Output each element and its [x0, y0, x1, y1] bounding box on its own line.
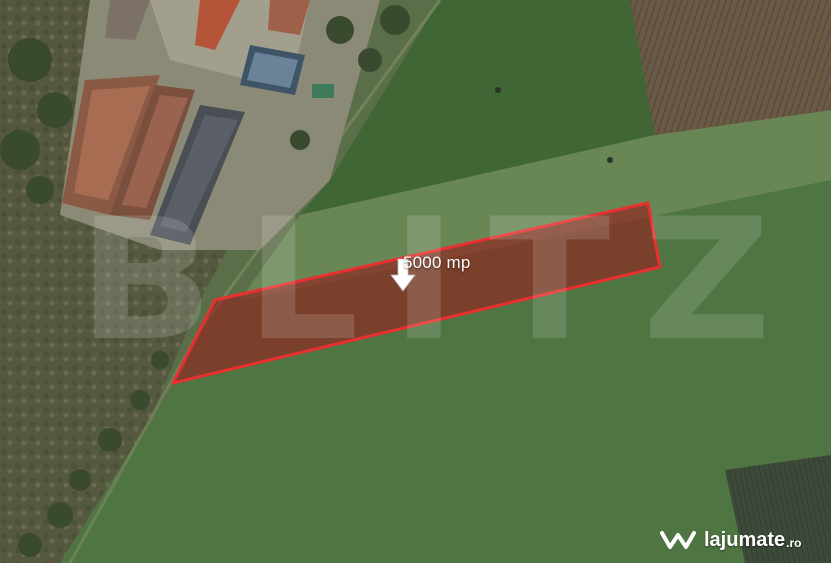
- utility-pole: [495, 87, 501, 93]
- watermark-text: BLITZ: [78, 182, 804, 378]
- brand-name: lajumate: [704, 528, 786, 551]
- lajumate-logo-icon: [660, 531, 696, 549]
- area-label: 5000 mp: [403, 253, 471, 272]
- satellite-map: BLITZ 5000 mp lajumate .ro: [0, 0, 831, 563]
- utility-pole: [607, 157, 613, 163]
- brand-watermark: lajumate .ro: [660, 528, 802, 552]
- brand-tld: .ro: [786, 536, 802, 550]
